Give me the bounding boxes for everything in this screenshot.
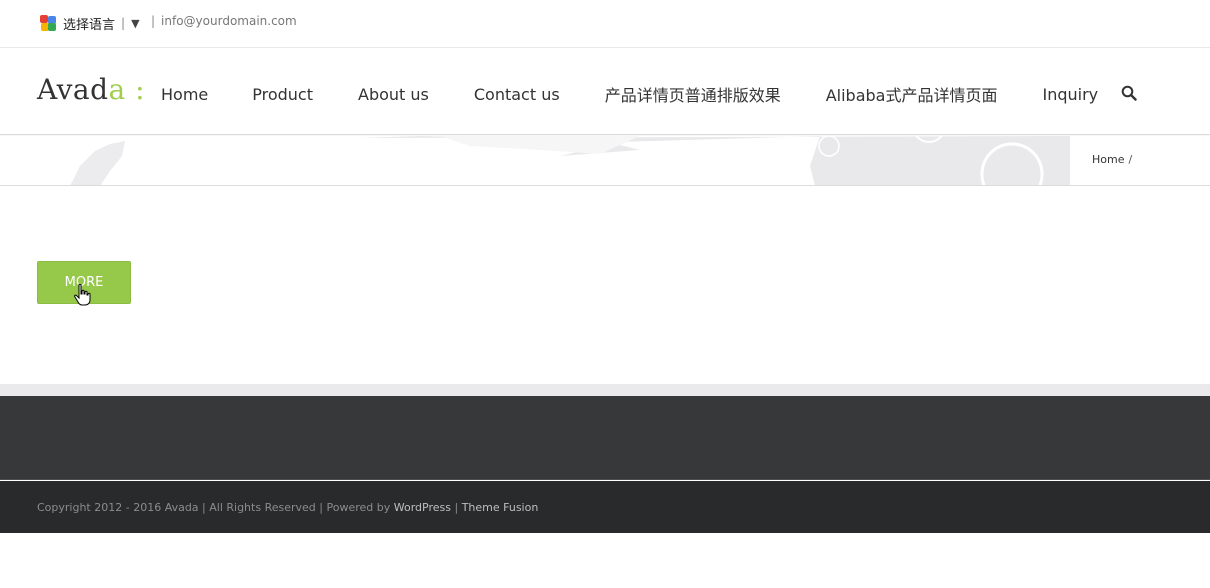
nav-item-home[interactable]: Home <box>161 85 208 104</box>
main-nav: Home Product About us Contact us 产品详情页普通… <box>161 82 1098 106</box>
site-header: Avada : Home Product About us Contact us… <box>0 49 1210 135</box>
top-bar: 选择语言 | ▼ | info@yourdomain.com <box>0 0 1210 48</box>
google-translate-icon <box>40 14 57 32</box>
nav-item-product-detail-normal[interactable]: 产品详情页普通排版效果 <box>605 82 781 106</box>
site-logo[interactable]: Avada : <box>37 73 145 106</box>
separator: | <box>121 16 126 30</box>
nav-item-product[interactable]: Product <box>252 85 313 104</box>
page-title-bar: Home / <box>0 136 1210 186</box>
nav-item-about-us[interactable]: About us <box>358 85 429 104</box>
separator: | <box>151 14 156 28</box>
theme-fusion-link[interactable]: Theme Fusion <box>462 501 539 514</box>
copyright-text: Copyright 2012 - 2016 Avada | All Rights… <box>37 501 538 514</box>
footer-divider: | <box>454 501 459 514</box>
footer-divider-strip <box>0 384 1210 396</box>
copyright-bar: Copyright 2012 - 2016 Avada | All Rights… <box>0 481 1210 533</box>
language-label[interactable]: 选择语言 <box>63 14 115 33</box>
nav-item-inquiry[interactable]: Inquiry <box>1042 85 1098 104</box>
breadcrumb-home[interactable]: Home <box>1092 153 1124 166</box>
contact-email: | info@yourdomain.com <box>151 14 297 28</box>
breadcrumb: Home / <box>1092 153 1132 166</box>
logo-main: Avad <box>37 73 109 106</box>
email-text: info@yourdomain.com <box>161 14 297 28</box>
search-icon[interactable] <box>1121 85 1137 101</box>
wordpress-link[interactable]: WordPress <box>394 501 451 514</box>
breadcrumb-separator: / <box>1128 153 1133 166</box>
nav-item-contact-us[interactable]: Contact us <box>474 85 560 104</box>
title-bar-background <box>70 136 1070 185</box>
chevron-down-icon[interactable]: ▼ <box>131 17 139 30</box>
language-selector[interactable]: 选择语言 | ▼ <box>40 13 140 33</box>
logo-accent: a : <box>108 73 146 106</box>
nav-item-alibaba-detail[interactable]: Alibaba式产品详情页面 <box>826 82 998 106</box>
hand-cursor-icon <box>74 284 91 306</box>
copyright-prefix: Copyright 2012 - 2016 Avada | All Rights… <box>37 501 391 514</box>
footer-widgets <box>0 396 1210 480</box>
